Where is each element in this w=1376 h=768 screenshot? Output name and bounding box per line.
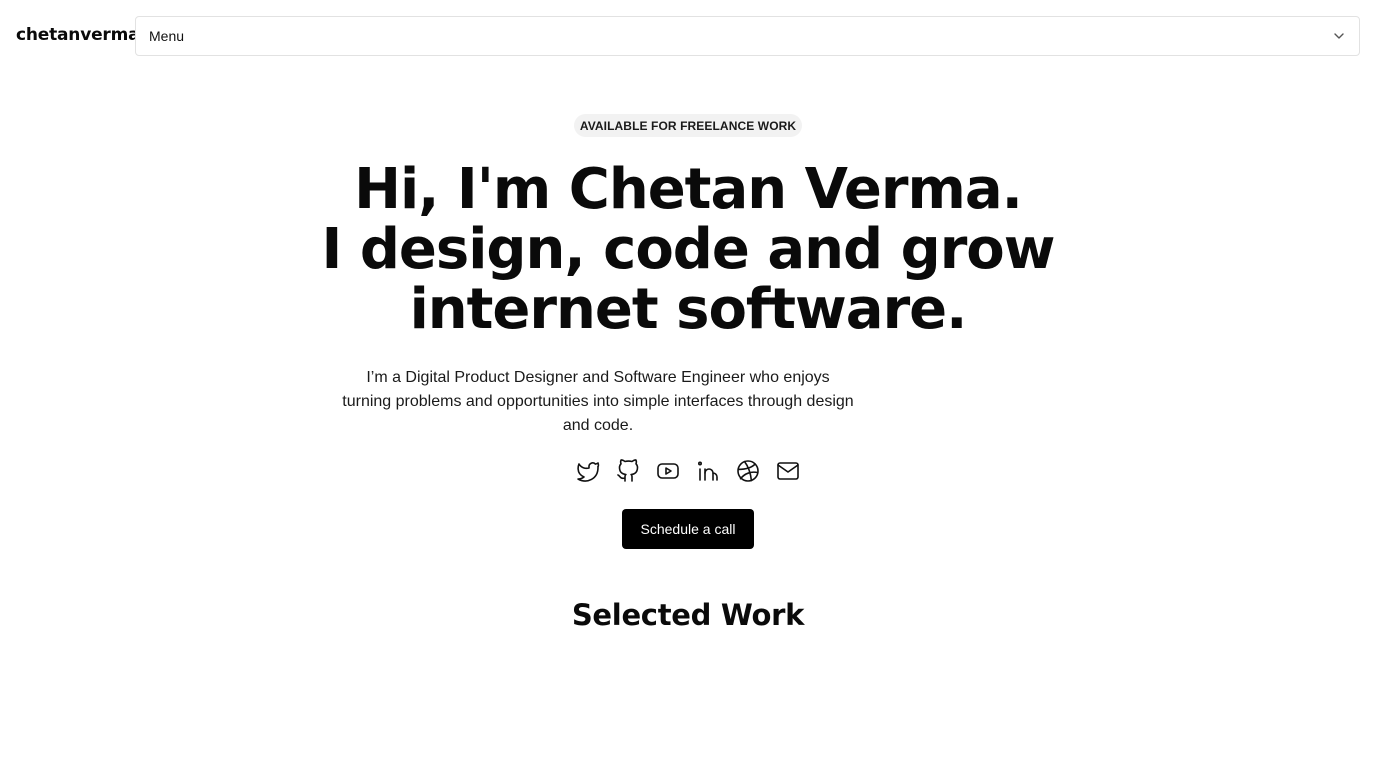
headline-line: I design, code and grow — [321, 217, 1055, 282]
mail-icon — [776, 459, 800, 488]
youtube-icon — [656, 459, 680, 488]
dribbble-icon — [736, 459, 760, 488]
page: chetanverma. Menu AVAILABLE FOR FREELANC… — [0, 0, 1376, 768]
menu-dropdown[interactable]: Menu — [135, 16, 1360, 56]
github-link[interactable] — [612, 457, 644, 489]
selected-work-heading: Selected Work — [571, 598, 805, 632]
linkedin-icon — [696, 459, 720, 488]
email-link[interactable] — [772, 457, 804, 489]
chevron-down-icon — [1332, 29, 1346, 43]
headline-line: Hi, I'm Chetan Verma. — [354, 157, 1023, 222]
social-links — [568, 457, 808, 489]
site-logo[interactable]: chetanverma. — [16, 24, 146, 46]
headline-line: internet software. — [409, 277, 968, 342]
hero-headline: Hi, I'm Chetan Verma. I design, code and… — [288, 160, 1088, 340]
site-header: chetanverma. Menu — [0, 0, 1376, 72]
schedule-call-button[interactable]: Schedule a call — [622, 509, 754, 549]
availability-badge: AVAILABLE FOR FREELANCE WORK — [574, 114, 802, 137]
dribbble-link[interactable] — [732, 457, 764, 489]
twitter-icon — [576, 459, 600, 488]
menu-label: Menu — [149, 28, 185, 44]
hero-intro: I’m a Digital Product Designer and Softw… — [342, 369, 854, 434]
github-icon — [616, 458, 640, 488]
twitter-link[interactable] — [572, 457, 604, 489]
youtube-link[interactable] — [652, 457, 684, 489]
linkedin-link[interactable] — [692, 457, 724, 489]
